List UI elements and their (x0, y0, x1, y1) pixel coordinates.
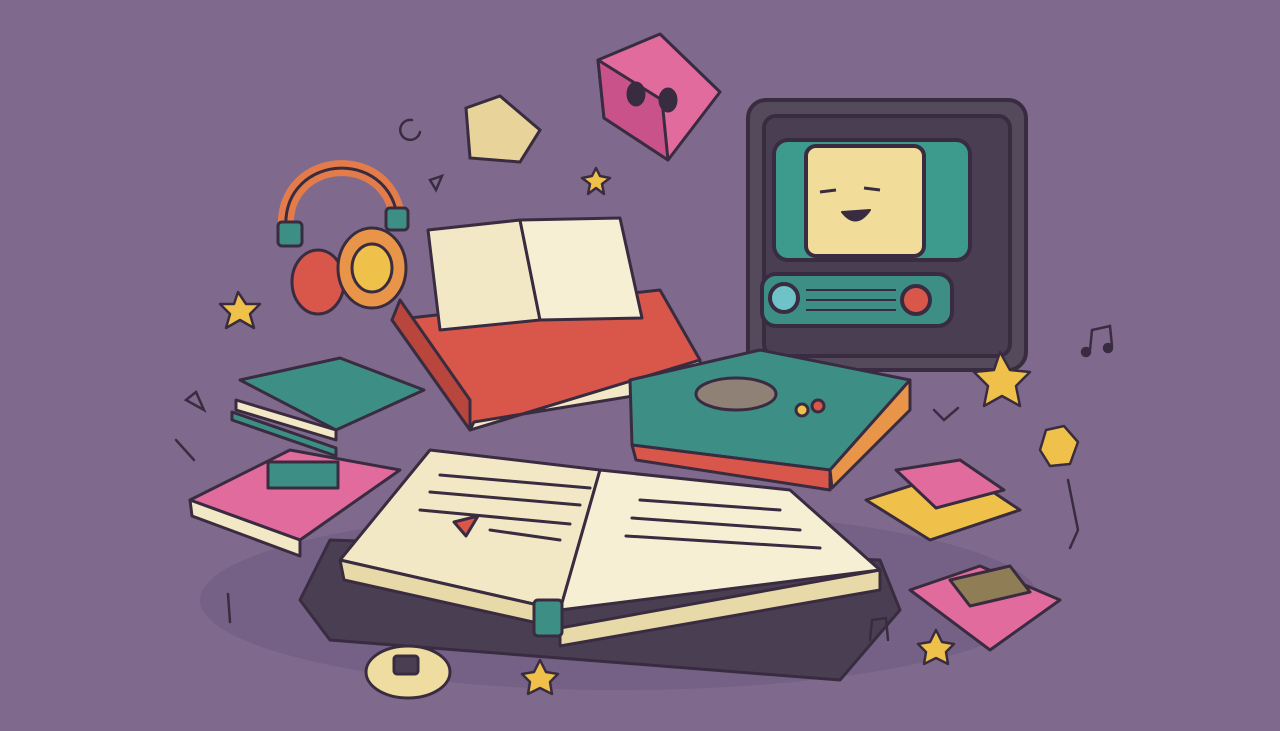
coin (364, 644, 452, 700)
retro-tv-radio (746, 98, 1028, 372)
illustration-canvas (0, 0, 1280, 731)
small-open-book (426, 216, 644, 332)
